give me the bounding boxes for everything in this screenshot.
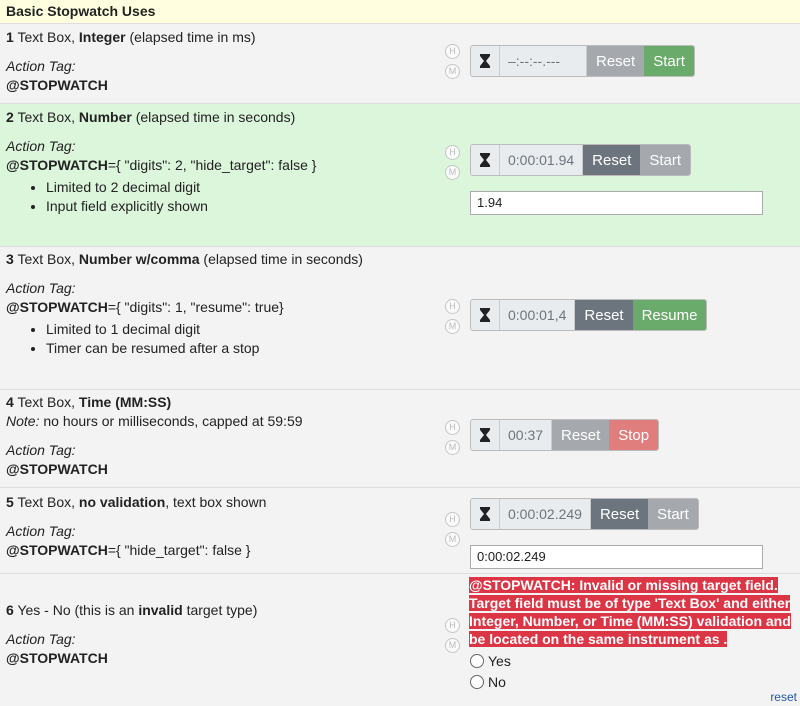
history-markers: H M <box>445 512 460 552</box>
stopwatch-display: 0:00:01.94 <box>500 145 584 175</box>
action-tag: @STOPWATCH <box>6 461 108 477</box>
start-button[interactable]: Start <box>648 499 698 529</box>
stopwatch-display: 0:00:02.249 <box>500 499 591 529</box>
field-history-icon[interactable]: H <box>445 512 460 527</box>
text-input[interactable]: 0:00:02.249 <box>470 545 763 569</box>
action-tag-params: ={ "digits": 1, "resume": true} <box>107 299 284 315</box>
stopwatch-widget: 00:37 Reset Stop <box>470 419 660 451</box>
hourglass-icon <box>471 499 500 529</box>
list-item: Input field explicitly shown <box>46 197 436 216</box>
field-history-icon[interactable]: H <box>445 618 460 633</box>
reset-button[interactable]: Reset <box>552 420 610 450</box>
list-item: Timer can be resumed after a stop <box>46 339 436 358</box>
missing-data-icon[interactable]: M <box>445 319 460 334</box>
stopwatch-display: 00:37 <box>500 420 553 450</box>
field-row-3: 3 Text Box, Number w/comma (elapsed time… <box>0 247 800 390</box>
field-history-icon[interactable]: H <box>445 145 460 160</box>
hourglass-icon <box>471 300 500 330</box>
field-label: 3 Text Box, Number w/comma (elapsed time… <box>6 250 436 358</box>
radio-button[interactable] <box>470 675 484 689</box>
note-label: Note: <box>6 413 40 429</box>
field-history-icon[interactable]: H <box>445 44 460 59</box>
action-tag: @STOPWATCH <box>6 77 108 93</box>
stop-button[interactable]: Stop <box>609 420 659 450</box>
stopwatch-widget: 0:00:02.249 Reset Start <box>470 498 699 530</box>
stopwatch-widget: –:--:--.--- Reset Start <box>470 45 695 77</box>
action-tag: @STOPWATCH <box>6 157 108 173</box>
stopwatch-display: –:--:--.--- <box>500 46 587 76</box>
list-item: Limited to 1 decimal digit <box>46 320 436 339</box>
action-tag-label: Action Tag: <box>6 442 76 458</box>
missing-data-icon[interactable]: M <box>445 638 460 653</box>
reset-button[interactable]: Reset <box>587 46 645 76</box>
start-button[interactable]: Start <box>640 145 691 175</box>
hourglass-icon <box>471 145 500 175</box>
stopwatch-widget: 0:00:01.94 Reset Start <box>470 144 692 176</box>
history-markers: H M <box>445 145 460 185</box>
action-tag-label: Action Tag: <box>6 523 76 539</box>
number-input[interactable]: 1.94 <box>470 191 763 215</box>
resume-button[interactable]: Resume <box>632 300 707 330</box>
action-tag-label: Action Tag: <box>6 138 76 154</box>
reset-button[interactable]: Reset <box>575 300 633 330</box>
field-label: 1 Text Box, Integer (elapsed time in ms)… <box>6 28 436 95</box>
field-history-icon[interactable]: H <box>445 299 460 314</box>
field-history-icon[interactable]: H <box>445 420 460 435</box>
stopwatch-display: 0:00:01,4 <box>500 300 576 330</box>
missing-data-icon[interactable]: M <box>445 440 460 455</box>
field-row-4: 4 Text Box, Time (MM:SS) Note: no hours … <box>0 390 800 488</box>
missing-data-icon[interactable]: M <box>445 532 460 547</box>
error-message: @STOPWATCH: Invalid or missing target fi… <box>469 577 791 647</box>
action-tag: @STOPWATCH <box>6 542 108 558</box>
field-row-1: 1 Text Box, Integer (elapsed time in ms)… <box>0 24 800 104</box>
reset-link[interactable]: reset <box>770 690 797 704</box>
reset-button[interactable]: Reset <box>590 499 649 529</box>
field-label: 5 Text Box, no validation, text box show… <box>6 493 436 560</box>
field-row-5: 5 Text Box, no validation, text box show… <box>0 488 800 574</box>
action-tag: @STOPWATCH <box>6 650 108 666</box>
action-tag-params: ={ "digits": 2, "hide_target": false } <box>107 157 317 173</box>
page: Basic Stopwatch Uses 1 Text Box, Integer… <box>0 0 800 706</box>
history-markers: H M <box>445 299 460 339</box>
bullet-list: Limited to 2 decimal digit Input field e… <box>6 178 436 216</box>
field-label: 2 Text Box, Number (elapsed time in seco… <box>6 108 436 216</box>
section-header: Basic Stopwatch Uses <box>0 0 800 24</box>
start-button[interactable]: Start <box>644 46 694 76</box>
history-markers: H M <box>445 44 460 84</box>
radio-no[interactable]: No <box>470 674 506 690</box>
missing-data-icon[interactable]: M <box>445 64 460 79</box>
bullet-list: Limited to 1 decimal digit Timer can be … <box>6 320 436 358</box>
hourglass-icon <box>471 420 500 450</box>
history-markers: H M <box>445 618 460 658</box>
action-tag-label: Action Tag: <box>6 280 76 296</box>
action-tag-params: ={ "hide_target": false } <box>107 542 251 558</box>
radio-button[interactable] <box>470 654 484 668</box>
stopwatch-widget: 0:00:01,4 Reset Resume <box>470 299 708 331</box>
action-tag-label: Action Tag: <box>6 631 76 647</box>
history-markers: H M <box>445 420 460 460</box>
reset-button[interactable]: Reset <box>583 145 641 175</box>
radio-yes[interactable]: Yes <box>470 653 511 669</box>
field-row-2: 2 Text Box, Number (elapsed time in seco… <box>0 104 800 247</box>
action-tag-label: Action Tag: <box>6 58 76 74</box>
missing-data-icon[interactable]: M <box>445 165 460 180</box>
field-label: 6 Yes - No (this is an invalid target ty… <box>6 601 436 668</box>
action-tag: @STOPWATCH <box>6 299 108 315</box>
field-label: 4 Text Box, Time (MM:SS) Note: no hours … <box>6 393 436 479</box>
note-text: no hours or milliseconds, capped at 59:5… <box>43 413 303 429</box>
list-item: Limited to 2 decimal digit <box>46 178 436 197</box>
hourglass-icon <box>471 46 500 76</box>
